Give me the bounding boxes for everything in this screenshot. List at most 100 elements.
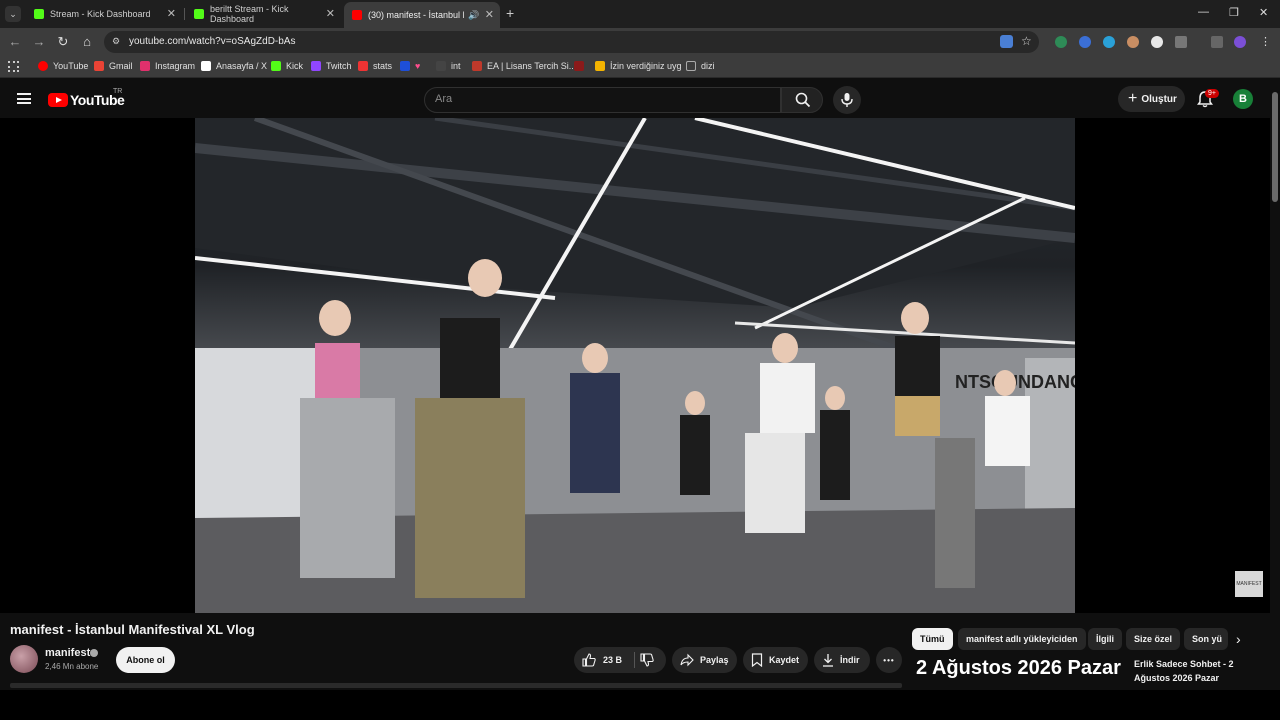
youtube-logo[interactable]: YouTube TR	[48, 88, 125, 108]
site-info-icon[interactable]: ⚙	[112, 36, 120, 47]
bookmark-v[interactable]: ♥	[400, 61, 420, 71]
kick-favicon-icon	[194, 9, 204, 19]
new-tab-icon[interactable]: +	[506, 5, 514, 21]
bookmark-twitch[interactable]: Twitch	[311, 61, 352, 71]
dislike-button[interactable]	[640, 653, 654, 669]
save-button[interactable]: Kaydet	[743, 647, 808, 673]
bookmark-int[interactable]: int	[436, 61, 461, 71]
search-input[interactable]	[435, 93, 765, 105]
create-button[interactable]: + Oluştur	[1118, 86, 1185, 112]
kick-favicon-icon	[34, 9, 44, 19]
youtube-play-icon	[48, 93, 68, 107]
recommended-video-title[interactable]: Erlik Sadece Sohbet - 2 Ağustos 2026 Paz…	[1134, 657, 1244, 685]
download-button[interactable]: İndir	[814, 647, 870, 673]
close-window-icon[interactable]: ✕	[1259, 6, 1268, 19]
tab-title: (30) manifest - İstanbul Ma	[368, 10, 464, 20]
like-button[interactable]: 23 B	[574, 653, 622, 667]
extension-icon[interactable]	[1103, 36, 1115, 48]
browser-tab-strip: ⌄ Stream - Kick Dashboard ✕ beriltt Stre…	[0, 0, 1280, 28]
menu-hamburger-icon[interactable]	[17, 93, 31, 104]
notification-count-badge: 9+	[1205, 89, 1219, 98]
thumbnail-caption: 2 Ağustos 2026 Pazar	[916, 657, 1121, 679]
chip-all[interactable]: Tümü	[912, 628, 953, 650]
ea-icon	[472, 61, 482, 71]
bookmark-kick[interactable]: Kick	[271, 61, 303, 71]
tab-title: Stream - Kick Dashboard	[50, 9, 151, 19]
share-arrow-icon	[680, 653, 694, 667]
tab-close-icon[interactable]: ✕	[485, 8, 494, 21]
subscriber-count: 2,46 Mn abone	[45, 662, 99, 671]
scrollbar-thumb[interactable]	[1272, 92, 1278, 202]
browser-tab-kick-dashboard[interactable]: Stream - Kick Dashboard ✕	[26, 3, 182, 25]
tab-close-icon[interactable]: ✕	[167, 7, 176, 20]
media-control-icon[interactable]	[1211, 36, 1223, 48]
heart-icon: ♥	[415, 61, 421, 71]
youtube-icon	[38, 61, 48, 71]
bookmark-izin[interactable]: İzin verdiğiniz uyg	[595, 61, 682, 71]
reload-icon[interactable]: ↻	[55, 34, 71, 50]
browser-tab-youtube-active[interactable]: (30) manifest - İstanbul Ma 🔊 ✕	[344, 2, 500, 28]
google-grid-icon	[595, 61, 605, 71]
more-dots-icon: •••	[883, 655, 895, 665]
bookmark-gmail[interactable]: Gmail	[94, 61, 133, 71]
minimize-icon[interactable]: —	[1198, 6, 1209, 18]
extension-icon[interactable]	[1079, 36, 1091, 48]
recommended-video-thumbnail[interactable]: 2 Ağustos 2026 Pazar	[908, 654, 1128, 688]
audio-playing-icon[interactable]: 🔊	[468, 10, 479, 21]
chip-for-you[interactable]: Size özel	[1126, 628, 1181, 650]
bookmark-folder-dizi[interactable]: dizi	[686, 61, 715, 71]
apps-grid-icon[interactable]	[8, 61, 19, 72]
translate-icon[interactable]	[1000, 35, 1013, 48]
chip-related[interactable]: İlgili	[1088, 628, 1122, 650]
profile-avatar-icon[interactable]	[1234, 36, 1246, 48]
chevron-right-icon[interactable]: ›	[1236, 631, 1241, 647]
bookmark-unnamed[interactable]	[574, 61, 589, 71]
tab-title: beriltt Stream - Kick Dashboard	[210, 4, 289, 24]
tab-search-button[interactable]: ⌄	[5, 6, 21, 22]
folder-icon	[686, 61, 696, 71]
bookmark-instagram[interactable]: Instagram	[140, 61, 195, 71]
tab-close-icon[interactable]: ✕	[326, 7, 335, 20]
restore-icon[interactable]: ❐	[1229, 6, 1239, 19]
thumbs-down-icon	[640, 653, 654, 667]
forward-icon[interactable]: →	[31, 34, 47, 50]
chrome-menu-icon[interactable]: ⋮	[1260, 35, 1271, 48]
channel-name-link[interactable]: manifest	[45, 647, 90, 659]
download-icon	[823, 654, 833, 667]
thumbs-up-icon	[582, 653, 596, 667]
channel-avatar[interactable]	[10, 645, 38, 673]
chip-from-uploader[interactable]: manifest adlı yükleyiciden	[958, 628, 1086, 650]
extension-icon[interactable]	[1127, 36, 1139, 48]
bookmark-youtube[interactable]: YouTube	[38, 61, 88, 71]
user-avatar[interactable]: B	[1233, 89, 1253, 109]
microphone-icon	[841, 93, 853, 107]
address-bar[interactable]: ⚙ youtube.com/watch?v=oSAgZdD-bAs ☆	[104, 31, 1039, 53]
horizontal-scrollbar[interactable]	[10, 683, 902, 688]
bookmark-stats[interactable]: stats	[358, 61, 392, 71]
extensions-puzzle-icon[interactable]	[1175, 36, 1187, 48]
search-box[interactable]	[424, 87, 781, 113]
extension-icon[interactable]	[1055, 36, 1067, 48]
video-player[interactable]: NTSOUNDANCEC	[195, 118, 1075, 613]
url-text[interactable]: youtube.com/watch?v=oSAgZdD-bAs	[129, 36, 295, 47]
extension-icon[interactable]	[1151, 36, 1163, 48]
share-button[interactable]: Paylaş	[672, 647, 737, 673]
home-icon[interactable]: ⌂	[79, 34, 95, 50]
chip-recent[interactable]: Son yü	[1184, 628, 1228, 650]
bookmark-x[interactable]: Anasayfa / X	[201, 61, 267, 71]
back-icon[interactable]: ←	[7, 34, 23, 50]
more-actions-button[interactable]: •••	[876, 647, 902, 673]
channel-watermark[interactable]: MANIFEST	[1235, 571, 1263, 597]
video-frame-dance-studio: NTSOUNDANCEC	[195, 118, 1075, 613]
subscribe-button[interactable]: Abone ol	[116, 647, 175, 673]
search-button[interactable]	[781, 87, 823, 113]
browser-tab-beriltt-dashboard[interactable]: beriltt Stream - Kick Dashboard ✕	[186, 3, 341, 25]
kick-icon	[271, 61, 281, 71]
bookmark-save-icon	[751, 653, 763, 667]
verified-badge-icon	[90, 649, 98, 657]
gmail-icon	[94, 61, 104, 71]
voice-search-button[interactable]	[833, 86, 861, 114]
bookmark-star-icon[interactable]: ☆	[1021, 34, 1032, 48]
bookmark-favicon-icon	[574, 61, 584, 71]
bookmark-ea-lisans[interactable]: EA | Lisans Tercih Si...	[472, 61, 576, 71]
